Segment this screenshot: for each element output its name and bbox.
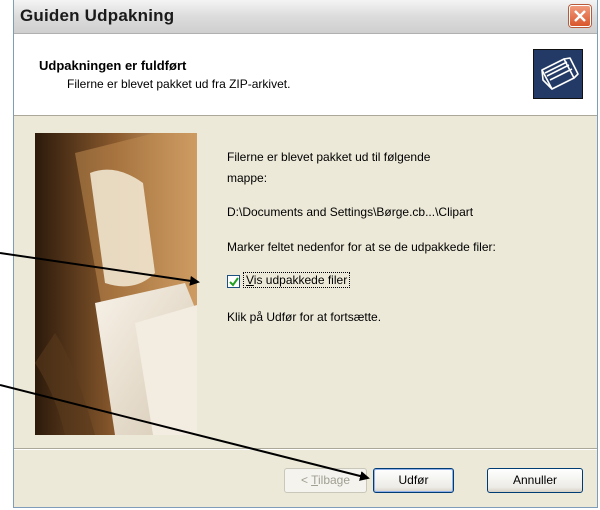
folder-cabinet-icon [533, 49, 583, 99]
window-title: Guiden Udpakning [20, 6, 175, 25]
header-subtitle: Filerne er blevet pakket ud fra ZIP-arki… [67, 77, 291, 91]
instruction-text: Marker feltet nedenfor for at se de udpa… [227, 240, 496, 254]
result-line-2: mappe: [227, 171, 268, 185]
back-prefix: < [300, 473, 312, 487]
destination-path: D:\Documents and Settings\Børge.cb...\Cl… [227, 205, 474, 219]
wizard-header: Udpakningen er fuldført Filerne er bleve… [14, 34, 597, 116]
title-bar[interactable]: Guiden Udpakning [14, 0, 597, 34]
close-icon [574, 10, 586, 22]
bottom-separator [14, 448, 597, 450]
show-files-checkbox[interactable] [227, 275, 240, 288]
label-accelerator: V [246, 273, 254, 287]
label-rest: is udpakkede filer [253, 273, 348, 287]
result-line-1: Filerne er blevet pakket ud til følgende [227, 150, 431, 164]
wizard-window: Guiden Udpakning Udpakningen er fuldført… [13, 0, 598, 508]
back-rest: ilbage [317, 473, 351, 487]
close-button[interactable] [569, 5, 591, 27]
cancel-button[interactable]: Annuller [487, 468, 583, 493]
header-title: Udpakningen er fuldført [39, 58, 187, 73]
continue-text: Klik på Udfør for at fortsætte. [227, 310, 382, 324]
back-accel: T [311, 473, 318, 487]
back-button[interactable]: < Tilbage [284, 468, 367, 493]
wizard-side-image [35, 133, 197, 435]
checkmark-icon [229, 277, 239, 287]
show-files-label[interactable]: Vis udpakkede filer [242, 272, 351, 288]
finish-button[interactable]: Udfør [373, 468, 454, 493]
